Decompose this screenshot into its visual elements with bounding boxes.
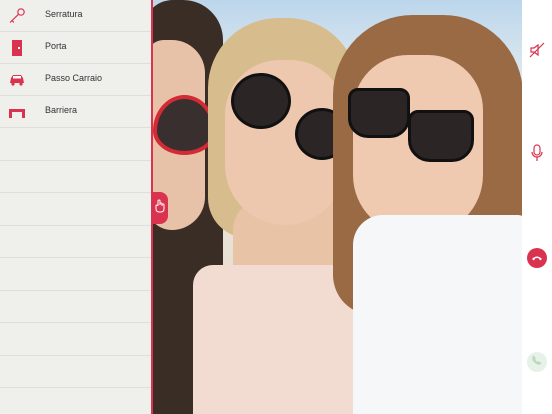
menu-item-porta[interactable]: Porta bbox=[0, 32, 151, 64]
answer-button[interactable] bbox=[527, 352, 547, 372]
touch-tab[interactable] bbox=[152, 192, 168, 224]
menu-item-label: Serratura bbox=[45, 9, 83, 19]
empty-row bbox=[0, 161, 151, 193]
menu-item-serratura[interactable]: Serratura bbox=[0, 0, 151, 32]
video-sunglass-r1 bbox=[348, 88, 410, 138]
menu-item-barriera[interactable]: Barriera bbox=[0, 96, 151, 128]
video-feed bbox=[153, 0, 522, 414]
mute-button[interactable] bbox=[527, 42, 547, 62]
answer-phone-icon bbox=[531, 353, 543, 371]
video-shirt-right bbox=[353, 215, 522, 414]
video-sunglass-left bbox=[231, 73, 291, 129]
empty-row bbox=[0, 226, 151, 258]
door-icon bbox=[8, 39, 26, 57]
empty-row bbox=[0, 258, 151, 291]
empty-row bbox=[0, 193, 151, 226]
microphone-button[interactable] bbox=[527, 143, 547, 167]
touch-hand-icon bbox=[154, 199, 166, 218]
mute-speaker-icon bbox=[529, 42, 545, 63]
video-sunglass-r2 bbox=[408, 110, 474, 162]
empty-row bbox=[0, 291, 151, 323]
hang-up-phone-icon bbox=[531, 249, 543, 267]
microphone-icon bbox=[530, 143, 544, 167]
car-icon bbox=[8, 71, 26, 89]
menu-item-label: Passo Carraio bbox=[45, 73, 103, 83]
empty-row bbox=[0, 356, 151, 388]
empty-row bbox=[0, 323, 151, 356]
menu-item-label: Porta bbox=[45, 41, 67, 51]
barrier-icon bbox=[8, 103, 26, 121]
menu-item-passo-carraio[interactable]: Passo Carraio bbox=[0, 64, 151, 96]
sidebar: Serratura Porta Passo Carraio Barriera bbox=[0, 0, 153, 414]
key-icon bbox=[8, 7, 26, 25]
menu-item-label: Barriera bbox=[45, 105, 78, 115]
hang-up-button[interactable] bbox=[527, 248, 547, 268]
empty-row bbox=[0, 128, 151, 161]
call-controls bbox=[522, 0, 552, 414]
